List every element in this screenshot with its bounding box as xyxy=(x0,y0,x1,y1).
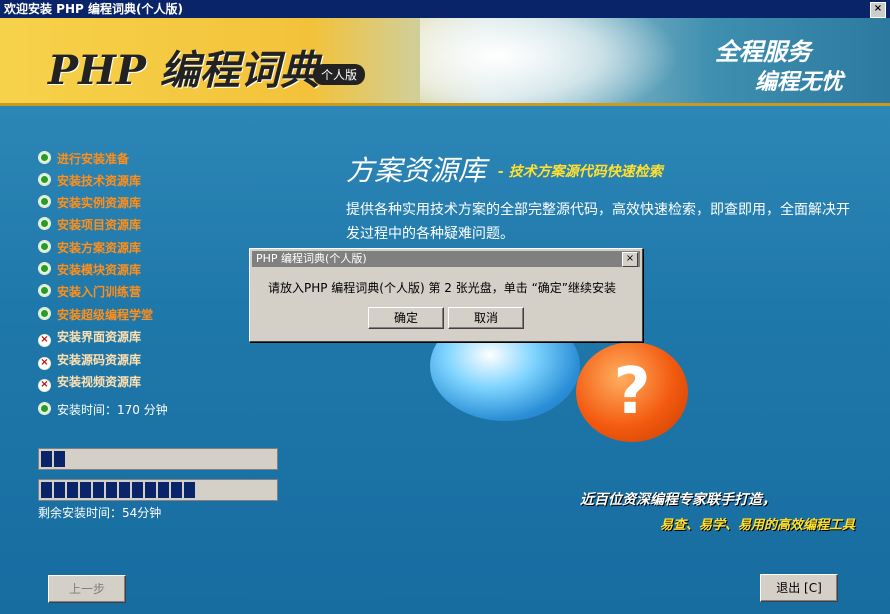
progress-segment xyxy=(54,451,65,467)
step-item: 安装方案资源库 xyxy=(38,239,141,259)
progress-segment xyxy=(132,482,143,498)
progress-segment xyxy=(67,482,78,498)
step-item: 安装入门训练营 xyxy=(38,283,141,303)
current-progress-bar xyxy=(38,448,278,470)
back-button[interactable]: 上一步 xyxy=(48,575,126,603)
progress-segment xyxy=(80,482,91,498)
check-icon xyxy=(38,402,51,415)
cross-icon: × xyxy=(38,379,51,392)
progress-segment xyxy=(41,482,52,498)
check-icon xyxy=(38,307,51,320)
feature-title: 方案资源库 xyxy=(346,154,487,187)
step-label: 安装超级编程学堂 xyxy=(57,308,154,322)
insert-disc-dialog: PHP 编程词典(个人版) × 请放入PHP 编程词典(个人版) 第 2 张光盘… xyxy=(249,248,643,342)
installer-window: 欢迎安装 PHP 编程词典(个人版) × PHP 编程词典 个人版 全程服务 编… xyxy=(0,0,890,614)
overall-progress-bar xyxy=(38,479,278,501)
slogan-line1: 全程服务 xyxy=(715,38,811,66)
title-bar: 欢迎安装 PHP 编程词典(个人版) × xyxy=(0,0,890,18)
step-item: 安装技术资源库 xyxy=(38,172,141,192)
exit-button[interactable]: 退出 [C] xyxy=(760,574,838,602)
question-mark-icon: ? xyxy=(576,342,688,442)
step-item: 安装实例资源库 xyxy=(38,194,141,214)
install-time-label: 安装时间：170 分钟 xyxy=(57,403,168,417)
step-label: 安装实例资源库 xyxy=(57,196,142,210)
product-logo: PHP 编程词典 xyxy=(48,47,320,94)
edition-badge: 个人版 xyxy=(313,64,366,85)
progress-segment xyxy=(158,482,169,498)
dialog-title: PHP 编程词典(个人版) xyxy=(256,252,367,265)
install-time: 安装时间：170 分钟 xyxy=(38,401,168,418)
step-item: 进行安装准备 xyxy=(38,150,129,170)
progress-segment xyxy=(184,482,195,498)
check-icon xyxy=(38,217,51,230)
step-label: 进行安装准备 xyxy=(57,152,130,166)
progress-segment xyxy=(41,451,52,467)
feature-description: 提供各种实用技术方案的全部完整源代码，高效快速检索，即查即用，全面解决开发过程中… xyxy=(346,202,850,242)
tagline-line1: 近百位资深编程专家联手打造， xyxy=(580,492,776,508)
progress-segment xyxy=(145,482,156,498)
check-icon xyxy=(38,262,51,275)
cross-icon: × xyxy=(38,357,51,370)
step-label: 安装技术资源库 xyxy=(57,174,142,188)
cancel-button[interactable]: 取消 xyxy=(448,307,524,329)
main-panel: 进行安装准备 安装技术资源库 安装实例资源库 安装项目资源库 安装方案资源库 安… xyxy=(0,106,890,614)
progress-segment xyxy=(119,482,130,498)
cross-icon: × xyxy=(38,334,51,347)
check-icon xyxy=(38,195,51,208)
step-label: 安装模块资源库 xyxy=(57,263,142,277)
step-item: 安装模块资源库 xyxy=(38,261,141,281)
tagline-line2: 易查、易学、易用的高效编程工具 xyxy=(660,518,856,533)
check-icon xyxy=(38,240,51,253)
window-title: 欢迎安装 PHP 编程词典(个人版) xyxy=(4,2,183,16)
step-item: × 安装界面资源库 xyxy=(38,328,141,348)
remaining-time: 剩余安装时间：54分钟 xyxy=(38,506,162,520)
check-icon xyxy=(38,284,51,297)
step-item: × 安装源码资源库 xyxy=(38,351,141,371)
feature-subtitle: - 技术方案源代码快速检索 xyxy=(498,164,663,180)
step-item: 安装项目资源库 xyxy=(38,216,141,236)
step-label: 安装视频资源库 xyxy=(57,375,142,389)
check-icon xyxy=(38,173,51,186)
progress-segment xyxy=(93,482,104,498)
step-label: 安装入门训练营 xyxy=(57,285,142,299)
step-label: 安装方案资源库 xyxy=(57,241,142,255)
step-label: 安装项目资源库 xyxy=(57,218,142,232)
check-icon xyxy=(38,151,51,164)
dialog-title-bar: PHP 编程词典(个人版) × xyxy=(252,251,640,267)
progress-segment xyxy=(171,482,182,498)
step-label: 安装界面资源库 xyxy=(57,330,142,344)
progress-segment xyxy=(54,482,65,498)
step-item: × 安装视频资源库 xyxy=(38,373,141,393)
window-close-button[interactable]: × xyxy=(870,2,886,18)
header-banner: PHP 编程词典 个人版 全程服务 编程无忧 xyxy=(0,18,890,106)
step-label: 安装源码资源库 xyxy=(57,353,142,367)
dialog-message: 请放入PHP 编程词典(个人版) 第 2 张光盘，单击 “确定”继续安装 xyxy=(268,281,617,295)
progress-segment xyxy=(106,482,117,498)
banner-wave xyxy=(420,18,680,106)
slogan-line2: 编程无忧 xyxy=(755,70,844,95)
ok-button[interactable]: 确定 xyxy=(368,307,444,329)
dialog-close-button[interactable]: × xyxy=(622,252,638,267)
step-item: 安装超级编程学堂 xyxy=(38,306,153,326)
